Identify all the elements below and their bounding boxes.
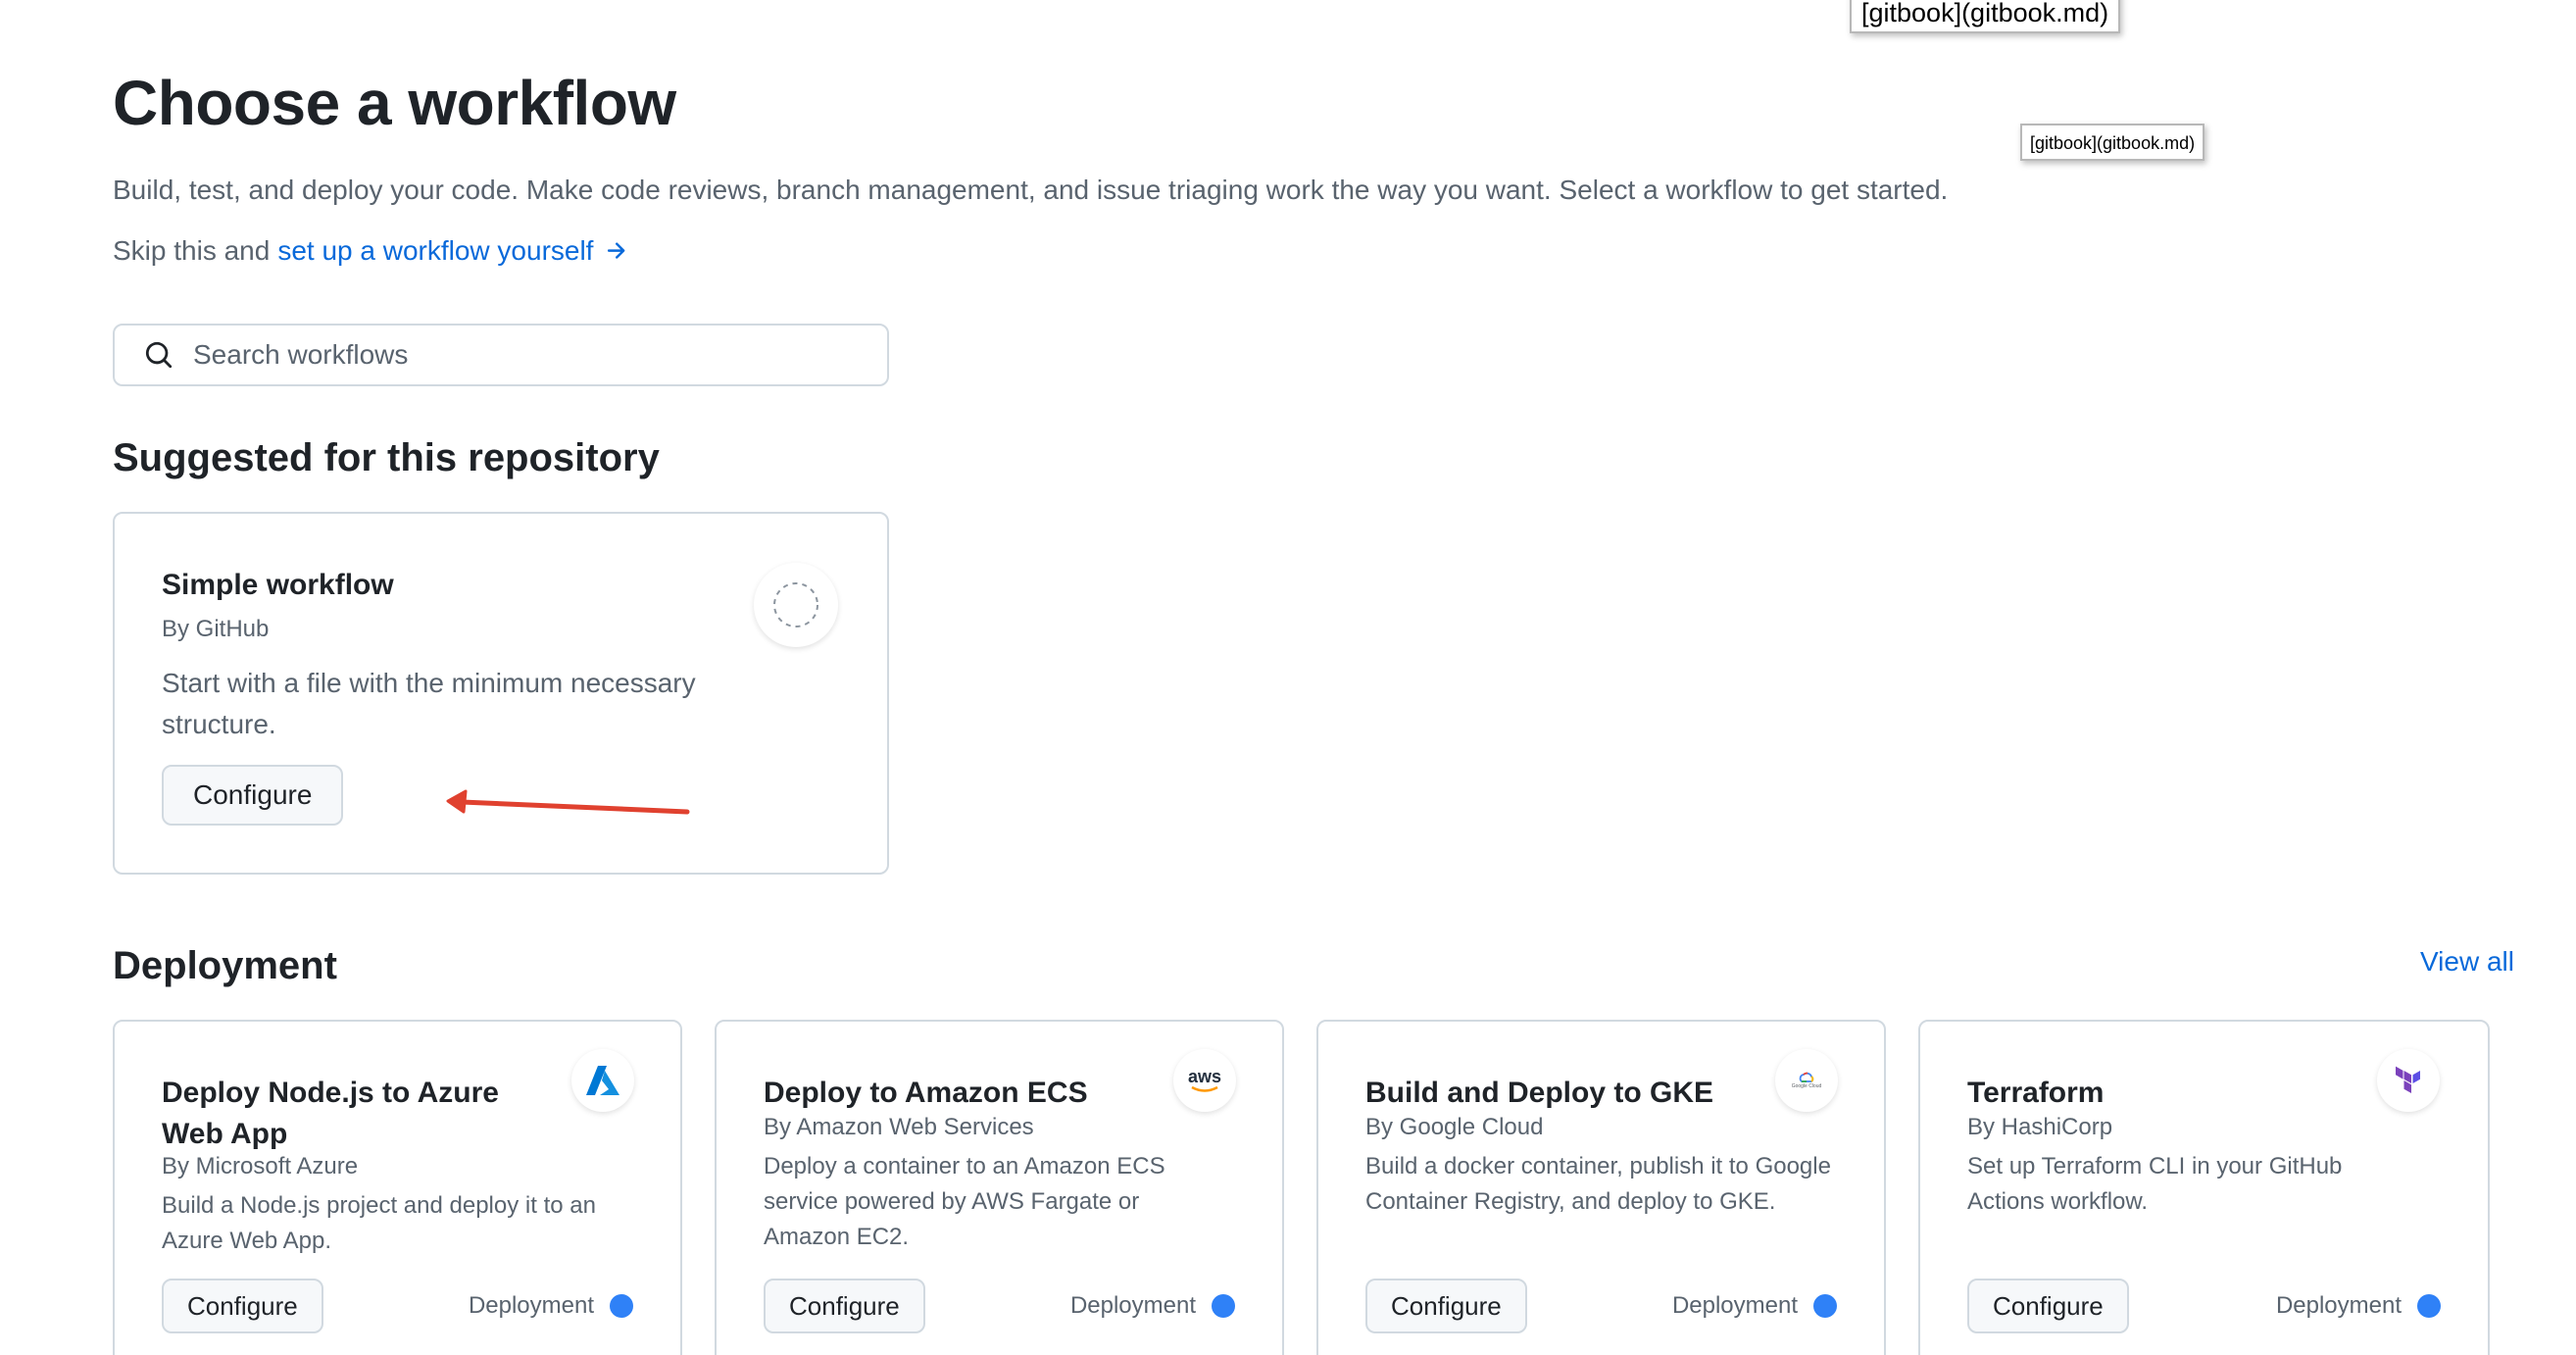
category-label: Deployment xyxy=(469,1292,633,1320)
workflow-card: Build and Deploy to GKE By Google Cloud … xyxy=(1316,1020,1886,1355)
setup-workflow-link-label: set up a workflow yourself xyxy=(277,235,594,266)
configure-button[interactable]: Configure xyxy=(764,1279,925,1333)
search-input[interactable] xyxy=(193,339,879,371)
category-label: Deployment xyxy=(1672,1292,1837,1320)
setup-workflow-yourself-link[interactable]: set up a workflow yourself xyxy=(277,235,628,266)
card-description: Start with a file with the minimum neces… xyxy=(162,668,696,739)
workflow-card: Terraform By HashiCorp Set up Terraform … xyxy=(1918,1020,2490,1355)
category-dot xyxy=(1212,1294,1235,1318)
card-author: By Google Cloud xyxy=(1365,1114,1544,1140)
card-title: Build and Deploy to GKE xyxy=(1365,1077,1714,1109)
workflow-card: Deploy Node.js to Azure Web App By Micro… xyxy=(113,1020,682,1355)
search-box[interactable] xyxy=(113,324,889,386)
card-author: By HashiCorp xyxy=(1967,1114,2113,1140)
google-cloud-icon-text: Google Cloud xyxy=(1791,1083,1822,1089)
aws-icon-text: aws xyxy=(1187,1067,1222,1086)
deployment-heading: Deployment xyxy=(113,944,337,987)
category-name: Deployment xyxy=(2275,1292,2402,1319)
link-tooltip: [gitbook](gitbook.md) xyxy=(1850,0,2121,33)
card-description: Set up Terraform CLI in your GitHub Acti… xyxy=(1967,1153,2343,1215)
card-title: Simple workflow xyxy=(162,569,394,601)
category-name: Deployment xyxy=(1069,1292,1196,1319)
category-dot xyxy=(610,1294,633,1318)
page-title: Choose a workflow xyxy=(113,68,676,138)
configure-button[interactable]: Configure xyxy=(1365,1279,1527,1333)
view-all-link[interactable]: View all xyxy=(2420,946,2514,978)
page-description: Build, test, and deploy your code. Make … xyxy=(113,175,1949,205)
skip-line: Skip this and set up a workflow yourself xyxy=(113,235,628,267)
annotation-arrow xyxy=(446,789,690,815)
skip-prefix: Skip this and xyxy=(113,235,271,266)
suggested-heading: Suggested for this repository xyxy=(113,436,660,479)
category-name: Deployment xyxy=(1671,1292,1798,1319)
google-cloud-icon: Google Cloud xyxy=(1775,1049,1838,1112)
category-name: Deployment xyxy=(468,1292,594,1319)
card-description: Build a docker container, publish it to … xyxy=(1365,1153,1831,1215)
card-title: Deploy to Amazon ECS xyxy=(764,1077,1088,1109)
simple-workflow-card: Simple workflow By GitHub Start with a f… xyxy=(113,512,889,875)
card-title: Deploy Node.js to Azure Web App xyxy=(162,1077,499,1150)
link-tooltip-small: [gitbook](gitbook.md) xyxy=(2020,124,2205,161)
category-label: Deployment xyxy=(1070,1292,1235,1320)
workflow-chooser-page: Choose a workflow Build, test, and deplo… xyxy=(113,0,2514,1355)
card-description: Build a Node.js project and deploy it to… xyxy=(162,1192,596,1254)
card-title: Terraform xyxy=(1967,1077,2105,1109)
card-author: By Microsoft Azure xyxy=(162,1153,359,1179)
dashed-circle-icon xyxy=(754,563,838,647)
arrow-right-icon xyxy=(608,242,625,259)
card-author: By Amazon Web Services xyxy=(764,1114,1034,1140)
aws-icon: aws xyxy=(1173,1049,1236,1112)
search-icon xyxy=(145,341,173,369)
card-description: Deploy a container to an Amazon ECS serv… xyxy=(764,1153,1165,1250)
card-author: By GitHub xyxy=(162,616,270,642)
configure-button[interactable]: Configure xyxy=(162,1279,323,1333)
category-dot xyxy=(1813,1294,1837,1318)
workflow-card: Deploy to Amazon ECS By Amazon Web Servi… xyxy=(715,1020,1284,1355)
azure-icon xyxy=(571,1049,634,1112)
terraform-icon xyxy=(2377,1049,2440,1112)
category-dot xyxy=(2417,1294,2441,1318)
configure-button[interactable]: Configure xyxy=(1967,1279,2129,1333)
category-label: Deployment xyxy=(2276,1292,2441,1320)
configure-button[interactable]: Configure xyxy=(162,765,344,826)
